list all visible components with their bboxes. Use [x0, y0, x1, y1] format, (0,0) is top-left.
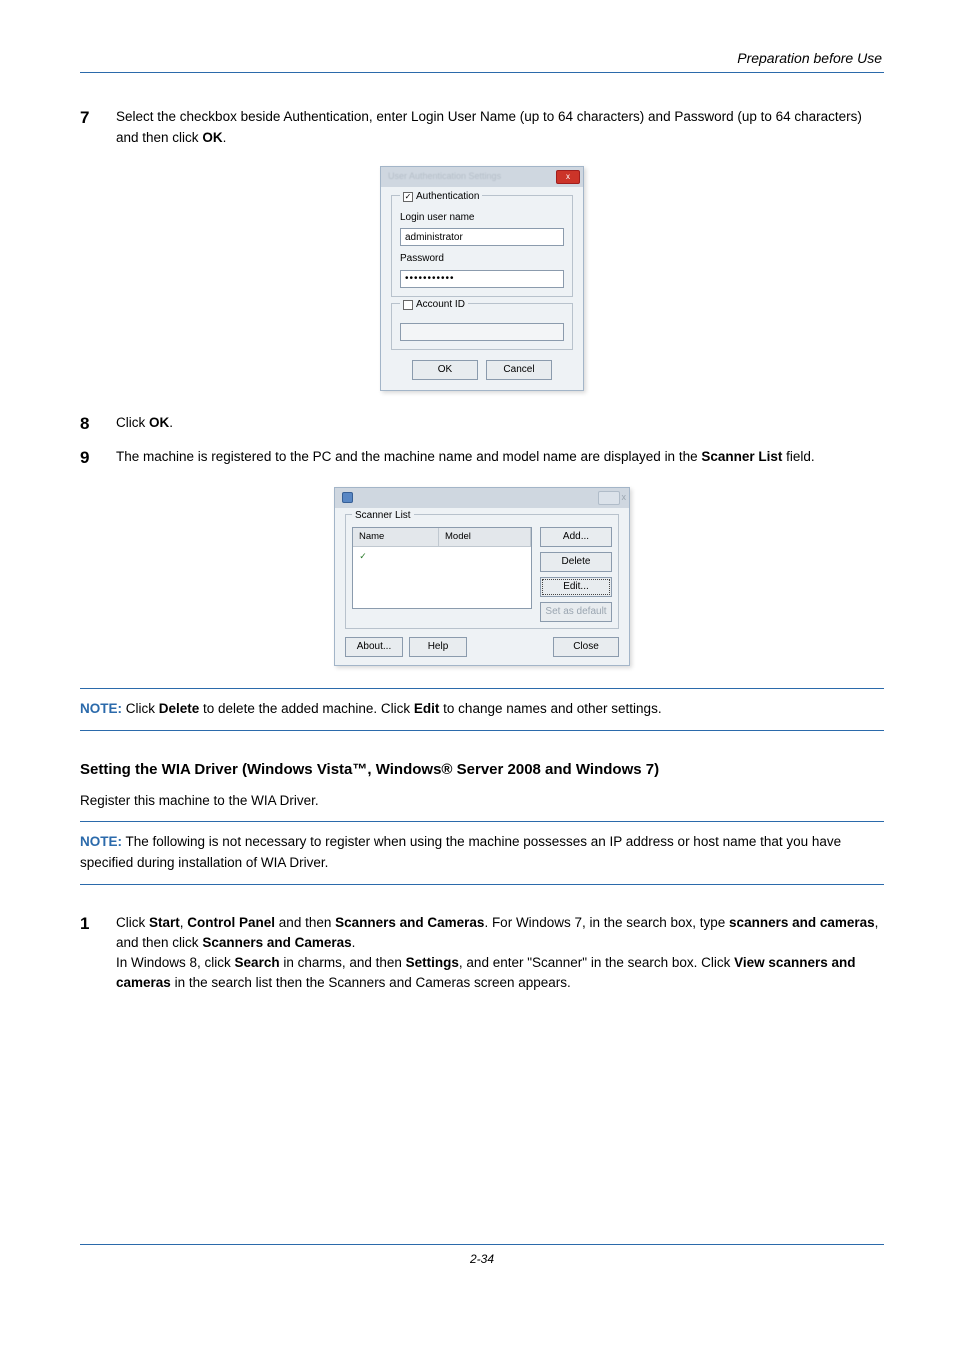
- close-icon[interactable]: x: [622, 491, 627, 505]
- accountid-fieldset: Account ID: [391, 303, 573, 350]
- note1-t3: to change names and other settings.: [439, 701, 661, 716]
- auth-titlebar: User Authentication Settings x: [381, 167, 583, 187]
- scanner-titlebar: x: [335, 488, 629, 508]
- note1-bottom-divider: [80, 730, 884, 731]
- s1p1b3: Scanners and Cameras: [335, 915, 484, 930]
- note2-bottom-divider: [80, 884, 884, 885]
- step-1: 1 Click Start, Control Panel and then Sc…: [80, 913, 884, 994]
- step9-body: The machine is registered to the PC and …: [116, 447, 884, 467]
- auth-checkbox[interactable]: ✓: [403, 192, 413, 202]
- list-item[interactable]: ✓: [353, 547, 531, 566]
- note1-t2: to delete the added machine. Click: [199, 701, 414, 716]
- scanner-dialog: x Scanner List Name Model ✓: [334, 487, 630, 667]
- s1p1t3: and then: [275, 915, 335, 930]
- scanner-list[interactable]: Name Model ✓: [352, 527, 532, 609]
- login-label: Login user name: [400, 211, 564, 226]
- page-header-title: Preparation before Use: [80, 48, 884, 68]
- s1p2t2: in charms, and then: [280, 955, 406, 970]
- step-7: 7 Select the checkbox beside Authenticat…: [80, 107, 884, 148]
- help-button[interactable]: Help: [409, 637, 467, 657]
- step7-t1: Select the checkbox beside Authenticatio…: [116, 109, 862, 144]
- close-button[interactable]: Close: [553, 637, 619, 657]
- step1-body: Click Start, Control Panel and then Scan…: [116, 913, 884, 994]
- step8-t1: Click: [116, 415, 149, 430]
- minimize-icon[interactable]: [598, 491, 620, 505]
- ok-button[interactable]: OK: [412, 360, 478, 380]
- s1p1b5: Scanners and Cameras: [202, 935, 351, 950]
- footer-divider: [80, 1244, 884, 1245]
- s1p2b2: Settings: [406, 955, 459, 970]
- add-button[interactable]: Add...: [540, 527, 612, 547]
- step-num-1: 1: [80, 913, 116, 935]
- check-icon: ✓: [357, 550, 369, 563]
- delete-button[interactable]: Delete: [540, 552, 612, 572]
- col-name[interactable]: Name: [353, 528, 439, 546]
- step-num-8: 8: [80, 413, 116, 435]
- password-label: Password: [400, 252, 564, 267]
- step-num-7: 7: [80, 107, 116, 129]
- scanner-list-header: Name Model: [353, 528, 531, 547]
- note1-t1: Click: [122, 701, 159, 716]
- step-8: 8 Click OK.: [80, 413, 884, 435]
- s1p1t4: . For Windows 7, in the search box, type: [484, 915, 729, 930]
- close-icon[interactable]: x: [556, 170, 580, 184]
- note-label: NOTE:: [80, 834, 122, 849]
- step8-ok: OK: [149, 415, 169, 430]
- accountid-label: Account ID: [416, 298, 465, 313]
- step7-ok: OK: [202, 130, 222, 145]
- auth-title: User Authentication Settings: [388, 170, 501, 183]
- s1p1b2: Control Panel: [187, 915, 275, 930]
- s1p1b1: Start: [149, 915, 180, 930]
- step8-body: Click OK.: [116, 413, 884, 433]
- note-label: NOTE:: [80, 701, 122, 716]
- step9-bold: Scanner List: [701, 449, 782, 464]
- auth-legend-label: Authentication: [416, 190, 479, 205]
- header-divider: [80, 72, 884, 73]
- figure-scanner-dialog: x Scanner List Name Model ✓: [80, 487, 884, 667]
- login-input[interactable]: [400, 228, 564, 246]
- note-2: NOTE: The following is not necessary to …: [80, 821, 884, 885]
- auth-fieldset: ✓ Authentication Login user name Passwor…: [391, 195, 573, 297]
- step-9: 9 The machine is registered to the PC an…: [80, 447, 884, 469]
- app-icon: [342, 492, 353, 503]
- page-number: 2-34: [470, 1252, 494, 1266]
- step7-t2: .: [223, 130, 227, 145]
- accountid-input[interactable]: [400, 323, 564, 341]
- step-7-body: Select the checkbox beside Authenticatio…: [116, 107, 884, 148]
- edit-button[interactable]: Edit...: [540, 577, 612, 597]
- scanner-list-group: Scanner List Name Model ✓: [345, 514, 619, 630]
- figure-auth-dialog: User Authentication Settings x ✓ Authent…: [80, 166, 884, 391]
- step8-t2: .: [169, 415, 173, 430]
- page-footer: 2-34: [80, 1244, 884, 1268]
- note2-text: The following is not necessary to regist…: [80, 834, 841, 870]
- register-line: Register this machine to the WIA Driver.: [80, 791, 884, 811]
- accountid-checkbox[interactable]: [403, 300, 413, 310]
- auth-legend[interactable]: ✓ Authentication: [400, 190, 482, 205]
- scanner-list-legend: Scanner List: [352, 510, 414, 521]
- about-button[interactable]: About...: [345, 637, 403, 657]
- s1p2t4: in the search list then the Scanners and…: [171, 975, 571, 990]
- note1-b1: Delete: [159, 701, 200, 716]
- s1p2b1: Search: [235, 955, 280, 970]
- s1p2t1: In Windows 8, click: [116, 955, 235, 970]
- s1p1t6: .: [352, 935, 356, 950]
- auth-dialog: User Authentication Settings x ✓ Authent…: [380, 166, 584, 391]
- note1-b2: Edit: [414, 701, 440, 716]
- s1p1b4: scanners and cameras: [729, 915, 875, 930]
- step9-t1: The machine is registered to the PC and …: [116, 449, 701, 464]
- cancel-button[interactable]: Cancel: [486, 360, 552, 380]
- col-model[interactable]: Model: [439, 528, 531, 546]
- password-input[interactable]: [400, 270, 564, 288]
- s1p2t3: , and enter "Scanner" in the search box.…: [459, 955, 734, 970]
- subheading-wia: Setting the WIA Driver (Windows Vista™, …: [80, 759, 884, 781]
- set-default-button[interactable]: Set as default: [540, 602, 612, 622]
- step9-t2: field.: [782, 449, 814, 464]
- note-1: NOTE: Click Delete to delete the added m…: [80, 688, 884, 731]
- s1p1t1: Click: [116, 915, 149, 930]
- step-num-9: 9: [80, 447, 116, 469]
- accountid-legend[interactable]: Account ID: [400, 298, 468, 313]
